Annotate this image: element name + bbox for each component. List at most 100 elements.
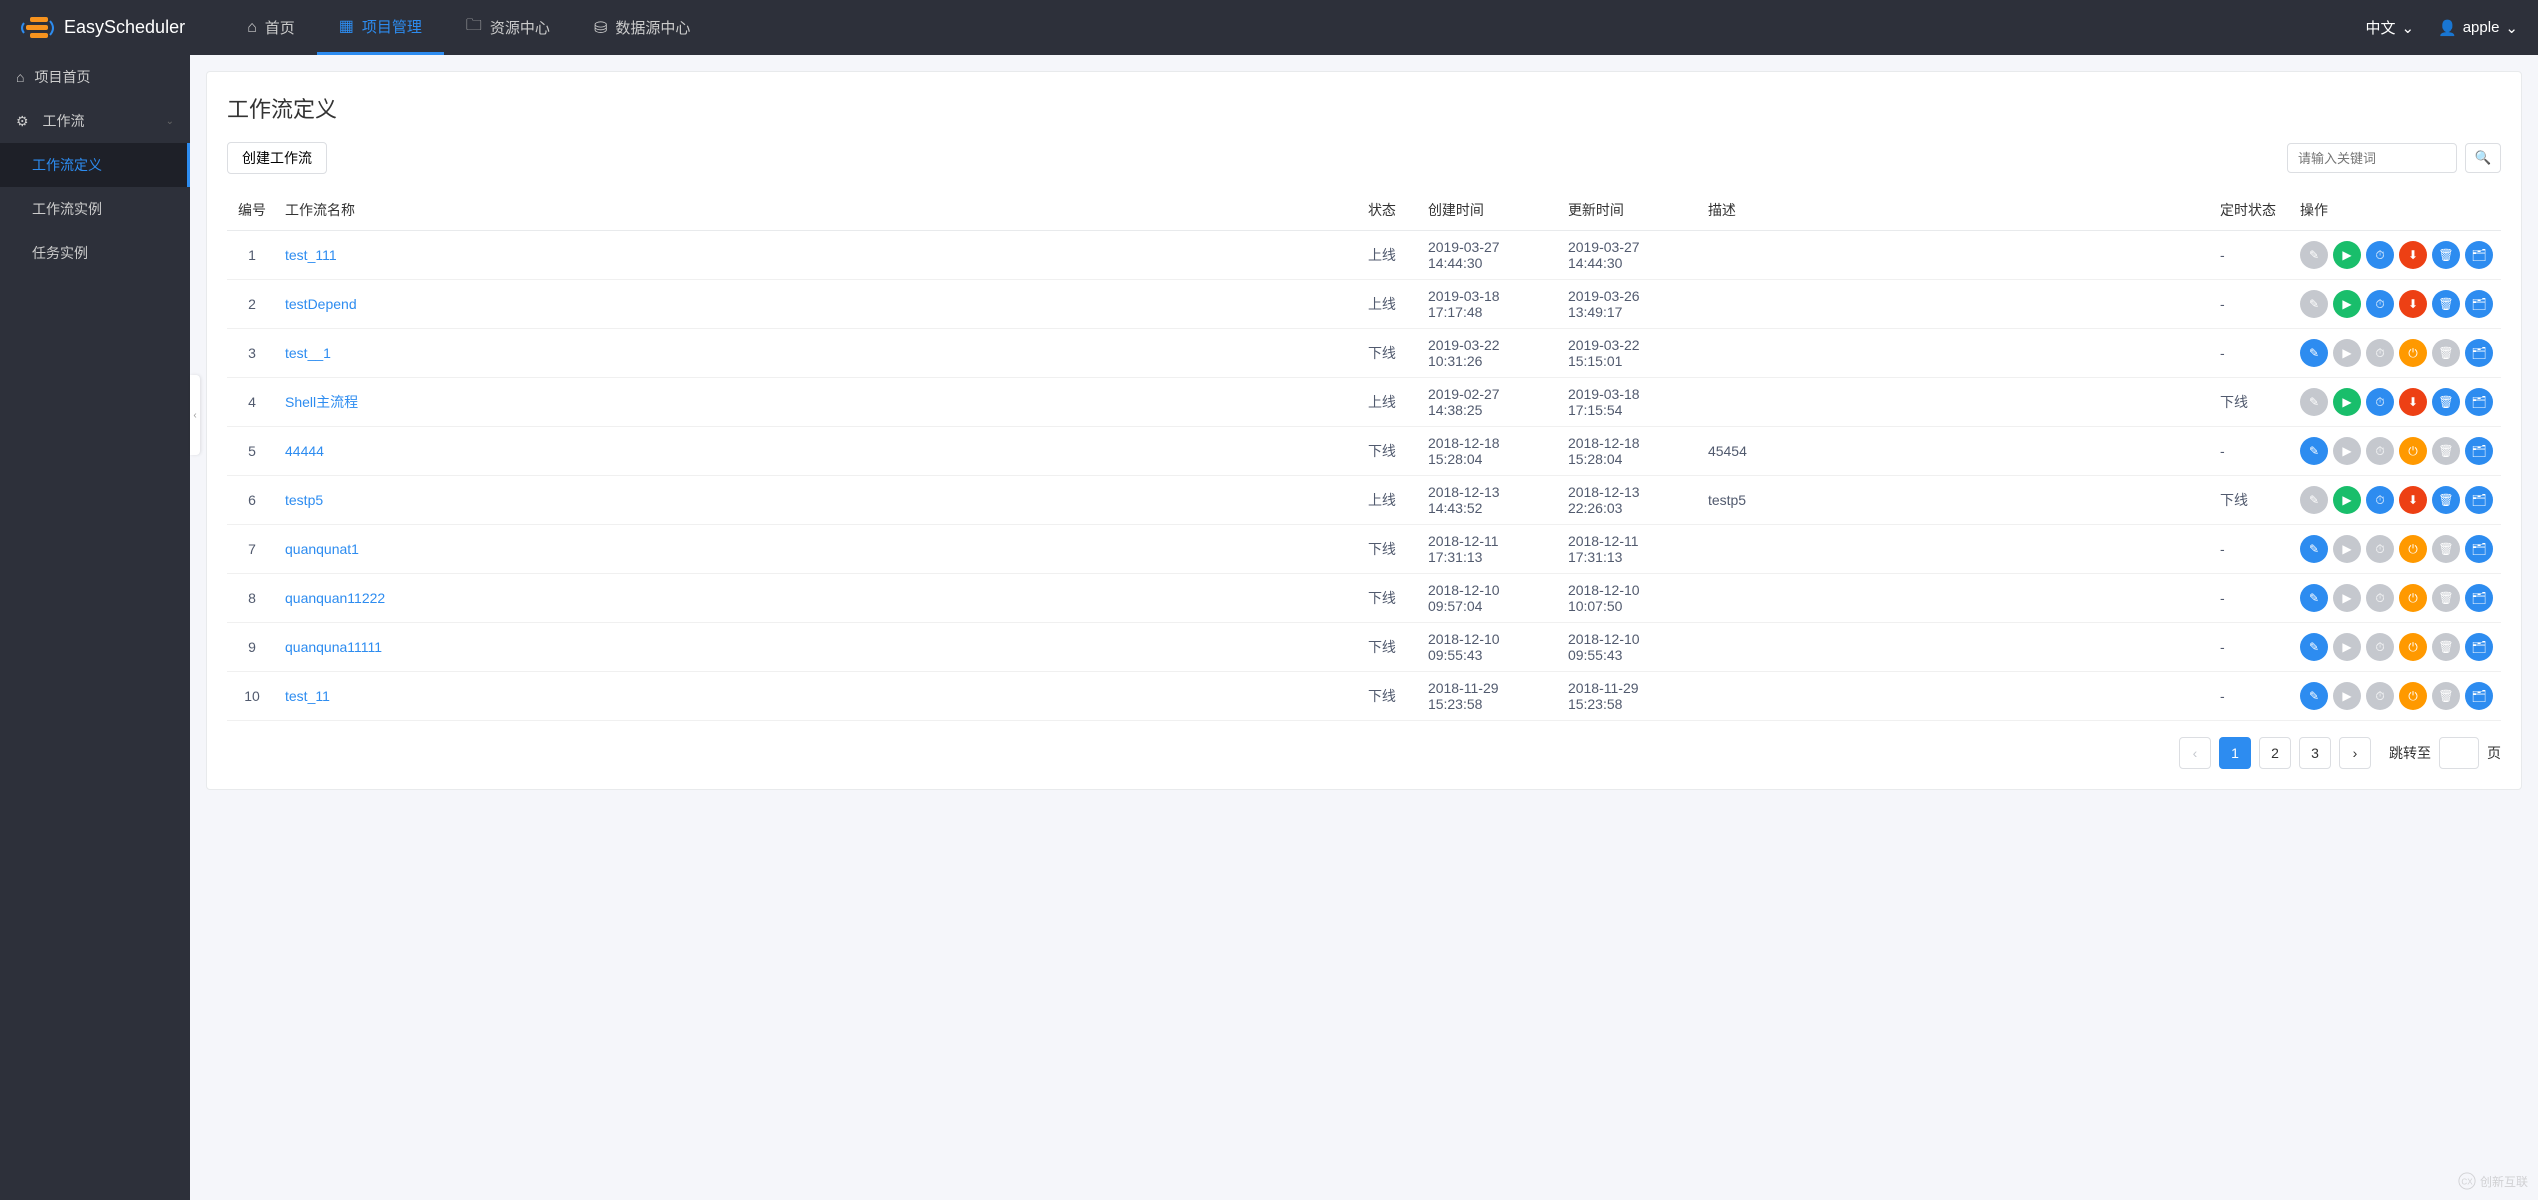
sidebar-project-home[interactable]: ⌂ 项目首页	[0, 55, 190, 99]
delete-button[interactable]: 🗑	[2432, 290, 2460, 318]
page-prev-button[interactable]: ‹	[2179, 737, 2211, 769]
cell-create-time: 2018-12-10 09:57:04	[1420, 574, 1560, 623]
search-input[interactable]	[2287, 143, 2457, 173]
tree-button-icon: 🗂	[2471, 493, 2486, 507]
sidebar-workflow-def[interactable]: 工作流定义	[0, 143, 190, 187]
timing-button[interactable]: ⏱	[2366, 388, 2394, 416]
nav-home[interactable]: ⌂ 首页	[225, 0, 317, 55]
tree-button[interactable]: 🗂	[2465, 682, 2493, 710]
workflow-name-link[interactable]: Shell主流程	[285, 394, 358, 410]
run-button[interactable]: ▶	[2333, 682, 2361, 710]
delete-button[interactable]: 🗑	[2432, 241, 2460, 269]
timing-button[interactable]: ⏱	[2366, 584, 2394, 612]
timing-button[interactable]: ⏱	[2366, 241, 2394, 269]
timing-button[interactable]: ⏱	[2366, 339, 2394, 367]
edit-button[interactable]: ✎	[2300, 339, 2328, 367]
search-button[interactable]: 🔍	[2465, 143, 2501, 173]
delete-button[interactable]: 🗑	[2432, 437, 2460, 465]
delete-button[interactable]: 🗑	[2432, 682, 2460, 710]
workflow-name-link[interactable]: test_111	[285, 247, 337, 263]
online-button[interactable]: ⏻	[2399, 339, 2427, 367]
online-button[interactable]: ⏻	[2399, 535, 2427, 563]
run-button[interactable]: ▶	[2333, 584, 2361, 612]
run-button[interactable]: ▶	[2333, 388, 2361, 416]
tree-button[interactable]: 🗂	[2465, 633, 2493, 661]
svg-text:CX: CX	[2461, 1178, 2473, 1187]
nav-datasource[interactable]: ⛁ 数据源中心	[572, 0, 712, 55]
offline-button[interactable]: ⬇	[2399, 388, 2427, 416]
tree-button[interactable]: 🗂	[2465, 339, 2493, 367]
workflow-name-link[interactable]: 44444	[285, 443, 324, 459]
workflow-name-link[interactable]: quanqunat1	[285, 541, 359, 557]
tree-button[interactable]: 🗂	[2465, 290, 2493, 318]
tree-button[interactable]: 🗂	[2465, 486, 2493, 514]
run-button[interactable]: ▶	[2333, 535, 2361, 563]
edit-button[interactable]: ✎	[2300, 241, 2328, 269]
workflow-name-link[interactable]: quanquan11222	[285, 590, 385, 606]
nav-resource[interactable]: 🗀 资源中心	[444, 0, 572, 55]
edit-button[interactable]: ✎	[2300, 584, 2328, 612]
online-button[interactable]: ⏻	[2399, 633, 2427, 661]
workflow-name-link[interactable]: quanquna11111	[285, 639, 382, 655]
run-button[interactable]: ▶	[2333, 339, 2361, 367]
delete-button[interactable]: 🗑	[2432, 388, 2460, 416]
timing-button[interactable]: ⏱	[2366, 290, 2394, 318]
edit-button[interactable]: ✎	[2300, 682, 2328, 710]
online-button[interactable]: ⏻	[2399, 682, 2427, 710]
offline-button[interactable]: ⬇	[2399, 290, 2427, 318]
sidebar-collapse-toggle[interactable]: ‹	[190, 375, 200, 455]
sidebar-item-label: 任务实例	[32, 245, 88, 261]
delete-button[interactable]: 🗑	[2432, 633, 2460, 661]
run-button[interactable]: ▶	[2333, 290, 2361, 318]
timing-button[interactable]: ⏱	[2366, 535, 2394, 563]
tree-button[interactable]: 🗂	[2465, 535, 2493, 563]
workflow-name-link[interactable]: test_11	[285, 688, 330, 704]
delete-button[interactable]: 🗑	[2432, 584, 2460, 612]
delete-button[interactable]: 🗑	[2432, 535, 2460, 563]
delete-button[interactable]: 🗑	[2432, 486, 2460, 514]
online-button[interactable]: ⏻	[2399, 584, 2427, 612]
logo[interactable]: EasyScheduler	[20, 15, 185, 41]
tree-button[interactable]: 🗂	[2465, 584, 2493, 612]
offline-button[interactable]: ⬇	[2399, 486, 2427, 514]
workflow-name-link[interactable]: testp5	[285, 492, 323, 508]
offline-button[interactable]: ⬇	[2399, 241, 2427, 269]
jump-page-input[interactable]	[2439, 737, 2479, 769]
page-next-button[interactable]: ›	[2339, 737, 2371, 769]
edit-button[interactable]: ✎	[2300, 388, 2328, 416]
edit-button[interactable]: ✎	[2300, 437, 2328, 465]
online-button[interactable]: ⏻	[2399, 437, 2427, 465]
edit-button[interactable]: ✎	[2300, 290, 2328, 318]
page-number-button[interactable]: 1	[2219, 737, 2251, 769]
timing-button[interactable]: ⏱	[2366, 682, 2394, 710]
run-button[interactable]: ▶	[2333, 241, 2361, 269]
workflow-name-link[interactable]: test__1	[285, 345, 331, 361]
delete-button[interactable]: 🗑	[2432, 339, 2460, 367]
run-button[interactable]: ▶	[2333, 437, 2361, 465]
language-selector[interactable]: 中文 ⌄	[2365, 17, 2414, 38]
timing-button[interactable]: ⏱	[2366, 633, 2394, 661]
tree-button[interactable]: 🗂	[2465, 437, 2493, 465]
cell-no: 8	[227, 574, 277, 623]
page-number-button[interactable]: 2	[2259, 737, 2291, 769]
edit-button[interactable]: ✎	[2300, 633, 2328, 661]
sidebar-workflow[interactable]: ⚙ 工作流 ⌄	[0, 99, 190, 143]
tree-button[interactable]: 🗂	[2465, 388, 2493, 416]
timing-button-icon: ⏱	[2375, 346, 2384, 361]
timing-button[interactable]: ⏱	[2366, 437, 2394, 465]
workflow-name-link[interactable]: testDepend	[285, 296, 357, 312]
sidebar-task-instance[interactable]: 任务实例	[0, 231, 190, 275]
nav-project[interactable]: ▦ 项目管理	[317, 0, 444, 55]
create-workflow-button[interactable]: 创建工作流	[227, 142, 327, 174]
sidebar-workflow-instance[interactable]: 工作流实例	[0, 187, 190, 231]
cell-desc	[1700, 623, 2212, 672]
user-menu[interactable]: 👤 apple ⌄	[2438, 19, 2518, 37]
run-button[interactable]: ▶	[2333, 486, 2361, 514]
tree-button[interactable]: 🗂	[2465, 241, 2493, 269]
edit-button[interactable]: ✎	[2300, 486, 2328, 514]
cell-desc	[1700, 574, 2212, 623]
page-number-button[interactable]: 3	[2299, 737, 2331, 769]
edit-button[interactable]: ✎	[2300, 535, 2328, 563]
run-button[interactable]: ▶	[2333, 633, 2361, 661]
timing-button[interactable]: ⏱	[2366, 486, 2394, 514]
